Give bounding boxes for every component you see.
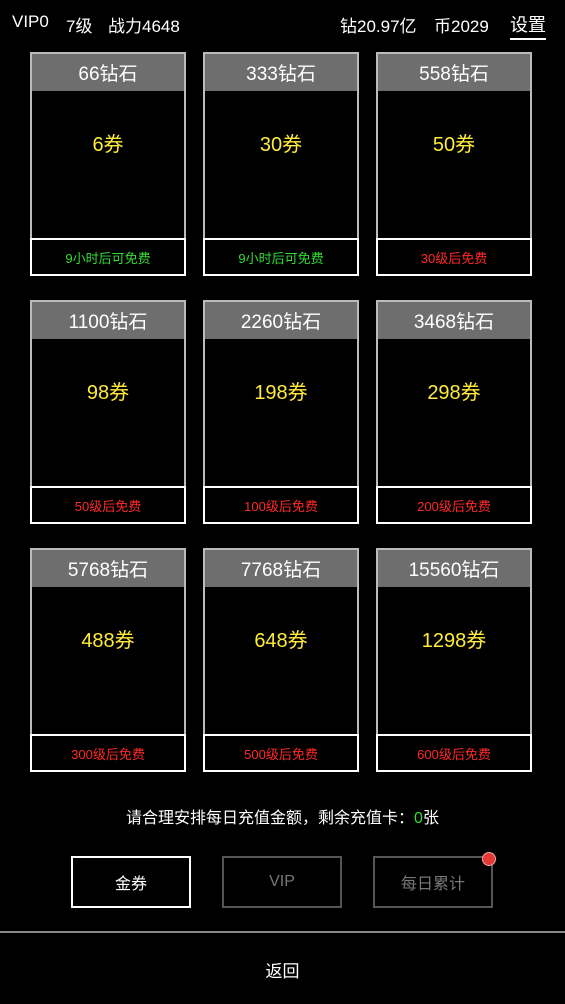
- package-title: 3468钻石: [378, 302, 530, 339]
- package-title: 66钻石: [32, 54, 184, 91]
- package-title: 558钻石: [378, 54, 530, 91]
- tab-daily-cumulative[interactable]: 每日累计: [373, 852, 496, 908]
- notice-unit: 张: [422, 810, 439, 827]
- free-condition-button[interactable]: 9小时后可免费: [30, 238, 186, 276]
- coin-balance: 币2029: [434, 17, 489, 36]
- package-card[interactable]: 5768钻石 488券 300级后免费: [30, 548, 186, 772]
- diamond-balance: 钻20.97亿: [340, 17, 417, 36]
- package-price: 488券: [81, 630, 135, 652]
- tab-gold-label: 金券: [114, 876, 147, 893]
- top-status-bar: VIP0 7级 战力4648 钻20.97亿 币2029 设置: [0, 0, 565, 44]
- package-price: 648券: [254, 630, 308, 652]
- free-condition-button[interactable]: 300级后免费: [30, 734, 186, 772]
- package-title: 1100钻石: [32, 302, 184, 339]
- free-condition-button[interactable]: 500级后免费: [203, 734, 359, 772]
- package-price: 1298券: [421, 630, 487, 652]
- free-condition-button[interactable]: 100级后免费: [203, 486, 359, 524]
- tab-gold-voucher[interactable]: 金券: [71, 856, 191, 908]
- player-level: 7级: [66, 17, 93, 36]
- package-price: 30券: [259, 134, 303, 156]
- footer-divider: [0, 931, 565, 933]
- package-price: 6券: [92, 134, 124, 156]
- recharge-notice: 请合理安排每日充值金额，剩余充值卡：0张: [0, 804, 565, 828]
- vip-level: VIP0: [12, 12, 49, 31]
- package-price: 298券: [427, 382, 481, 404]
- package-price: 198券: [254, 382, 308, 404]
- package-price: 98券: [86, 382, 130, 404]
- package-card[interactable]: 3468钻石 298券 200级后免费: [376, 300, 532, 524]
- package-card[interactable]: 333钻石 30券 9小时后可免费: [203, 52, 359, 276]
- free-condition-button[interactable]: 50级后免费: [30, 486, 186, 524]
- package-title: 333钻石: [205, 54, 357, 91]
- package-card[interactable]: 1100钻石 98券 50级后免费: [30, 300, 186, 524]
- notification-dot: [482, 852, 496, 866]
- free-condition-button[interactable]: 9小时后可免费: [203, 238, 359, 276]
- back-button[interactable]: 返回: [0, 957, 565, 982]
- package-card[interactable]: 66钻石 6券 9小时后可免费: [30, 52, 186, 276]
- free-condition-button[interactable]: 30级后免费: [376, 238, 532, 276]
- combat-power: 战力4648: [108, 17, 180, 36]
- package-title: 5768钻石: [32, 550, 184, 587]
- package-card[interactable]: 15560钻石 1298券 600级后免费: [376, 548, 532, 772]
- free-condition-button[interactable]: 600级后免费: [376, 734, 532, 772]
- notice-text: 请合理安排每日充值金额，剩余充值卡：: [126, 810, 415, 827]
- tab-daily-label: 每日累计: [400, 876, 465, 893]
- package-title: 2260钻石: [205, 302, 357, 339]
- recharge-card-count: 0: [414, 810, 423, 827]
- package-card[interactable]: 558钻石 50券 30级后免费: [376, 52, 532, 276]
- package-price: 50券: [432, 134, 476, 156]
- package-card[interactable]: 7768钻石 648券 500级后免费: [203, 548, 359, 772]
- free-condition-button[interactable]: 200级后免费: [376, 486, 532, 524]
- package-title: 7768钻石: [205, 550, 357, 587]
- tab-vip[interactable]: VIP: [222, 856, 342, 908]
- settings-button[interactable]: 设置: [510, 11, 546, 40]
- tab-vip-label: VIP: [269, 873, 295, 890]
- package-card[interactable]: 2260钻石 198券 100级后免费: [203, 300, 359, 524]
- package-title: 15560钻石: [378, 550, 530, 587]
